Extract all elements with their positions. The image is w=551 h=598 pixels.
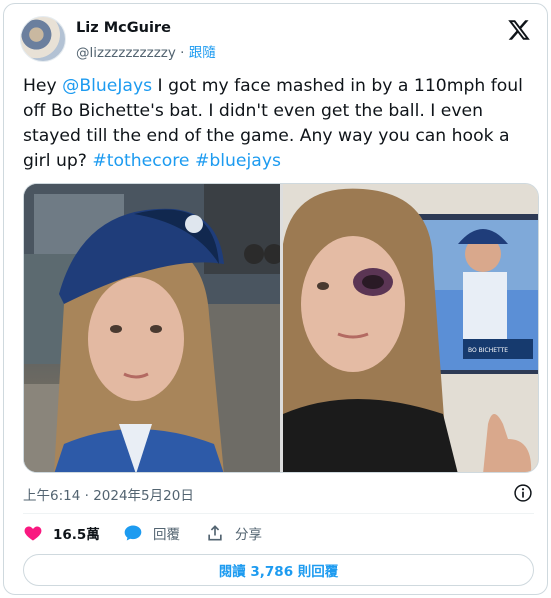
tv-player-name: BO BICHETTE xyxy=(468,347,508,354)
like-button[interactable]: 16.5萬 xyxy=(23,521,100,545)
read-replies-button[interactable]: 閱讀 3,786 則回覆 xyxy=(23,554,534,586)
photo-right[interactable]: BO BICHETTE xyxy=(283,184,538,472)
share-button[interactable]: 分享 xyxy=(205,521,262,545)
handle-separator: · xyxy=(180,45,185,61)
divider xyxy=(23,513,534,514)
x-logo-icon[interactable] xyxy=(507,18,531,42)
share-label: 分享 xyxy=(235,527,262,543)
tweet-text-part: Hey xyxy=(23,76,63,96)
tweet-timestamp[interactable]: 上午6:14 · 2024年5月20日 xyxy=(23,484,194,504)
hashtag-link[interactable]: #bluejays xyxy=(195,151,281,171)
reply-bubble-icon xyxy=(124,525,142,541)
avatar[interactable] xyxy=(20,16,66,62)
media-grid: BO BICHETTE xyxy=(23,183,539,473)
like-count: 16.5萬 xyxy=(53,527,100,543)
tweet-text: Hey @BlueJays I got my face mashed in by… xyxy=(23,74,533,174)
info-icon[interactable] xyxy=(513,483,533,503)
photo-right-drawing: BO BICHETTE xyxy=(283,184,538,472)
author-handle-line: @lizzzzzzzzzzy · 跟隨 xyxy=(76,41,216,61)
mention-link[interactable]: @BlueJays xyxy=(62,76,152,96)
photo-left-drawing xyxy=(24,184,280,472)
author-name[interactable]: Liz McGuire xyxy=(76,20,171,36)
author-handle[interactable]: @lizzzzzzzzzzy xyxy=(76,45,176,61)
tweet-card: Liz McGuire @lizzzzzzzzzzy · 跟隨 Hey @Blu… xyxy=(3,3,548,595)
action-bar: 16.5萬 回覆 分享 xyxy=(23,521,423,545)
reply-button[interactable]: 回覆 xyxy=(123,521,180,545)
reply-label: 回覆 xyxy=(153,527,180,543)
photo-left[interactable] xyxy=(24,184,280,472)
follow-link[interactable]: 跟隨 xyxy=(189,45,216,61)
hashtag-link[interactable]: #tothecore xyxy=(92,151,189,171)
share-icon xyxy=(208,525,222,541)
tweet-header: Liz McGuire @lizzzzzzzzzzy · 跟隨 xyxy=(20,12,535,62)
heart-icon xyxy=(24,526,42,541)
